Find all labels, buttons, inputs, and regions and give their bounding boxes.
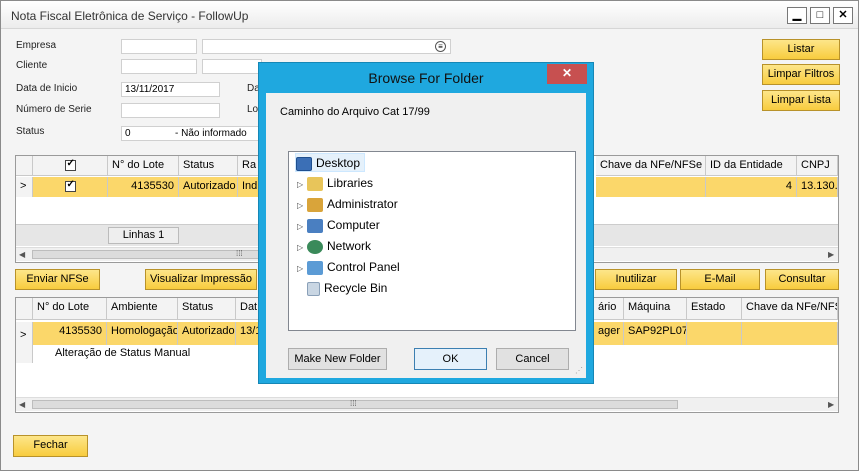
dialog-body: Caminho do Arquivo Cat 17/99 Desktop ▷ Li…	[266, 93, 586, 378]
cell-cnpj: 13.130.	[797, 177, 838, 197]
horizontal-scrollbar[interactable]: ◀ ⁞⁞⁞ ▶	[16, 397, 838, 411]
tree-item-recycle-bin[interactable]: Recycle Bin	[307, 279, 387, 298]
user-folder-icon	[307, 197, 323, 212]
col-ambiente[interactable]: Ambiente	[107, 298, 178, 320]
tree-item-network[interactable]: ▷ Network	[297, 237, 371, 256]
visualizar-impressao-button[interactable]: Visualizar Impressão	[145, 269, 257, 290]
status-description: - Não informado	[175, 128, 247, 139]
expand-icon[interactable]: ▷	[297, 259, 307, 278]
enviar-nfse-button[interactable]: Enviar NFSe	[15, 269, 100, 290]
maximize-button[interactable]: □	[810, 7, 830, 24]
ok-button[interactable]: OK	[414, 348, 487, 370]
folder-tree[interactable]: Desktop ▷ Libraries ▷ Administrator ▷ Compu…	[288, 151, 576, 331]
close-button[interactable]: ✕	[833, 7, 853, 24]
col-lote[interactable]: N° do Lote	[33, 298, 107, 320]
cell-estado	[687, 322, 742, 345]
inutilizar-button[interactable]: Inutilizar	[595, 269, 677, 290]
tree-item-administrator[interactable]: ▷ Administrator	[297, 195, 398, 214]
control-panel-icon	[307, 260, 323, 275]
scroll-left-icon[interactable]: ◀	[19, 400, 25, 409]
col-ra[interactable]: Ra	[238, 156, 259, 176]
cell-ambiente: Homologação	[107, 322, 178, 345]
col-data[interactable]: Dat	[236, 298, 259, 320]
limpar-lista-button[interactable]: Limpar Lista	[762, 90, 840, 111]
network-icon	[307, 239, 323, 254]
cliente-label: Cliente	[16, 60, 48, 71]
cell-chave	[596, 177, 706, 197]
dialog-close-button[interactable]: ✕	[547, 64, 587, 84]
numero-serie-label: Número de Serie	[16, 104, 92, 115]
col-chave[interactable]: Chave da NFe/NFSe	[742, 298, 838, 320]
minimize-button[interactable]: ▁	[787, 7, 807, 24]
cell-lote: 4135530	[108, 177, 179, 197]
fechar-button[interactable]: Fechar	[13, 435, 88, 457]
cliente-name-field[interactable]	[202, 59, 262, 74]
window-title: Nota Fiscal Eletrônica de Serviço - Foll…	[11, 9, 249, 23]
col-maquina[interactable]: Máquina	[624, 298, 687, 320]
data-inicio-field[interactable]: 13/11/2017	[121, 82, 220, 97]
tree-item-libraries[interactable]: ▷ Libraries	[297, 174, 373, 193]
row-count: Linhas 1	[108, 227, 179, 244]
numero-serie-field[interactable]	[121, 103, 220, 118]
expand-icon[interactable]: ▷	[297, 175, 307, 194]
cell-lote: 4135530	[33, 322, 107, 345]
make-new-folder-button[interactable]: Make New Folder	[288, 348, 387, 370]
cell-entidade: 4	[706, 177, 797, 197]
col-estado[interactable]: Estado	[687, 298, 742, 320]
scroll-right-icon[interactable]: ▶	[828, 400, 834, 409]
cell-maquina: SAP92PL07	[624, 322, 687, 345]
list-icon[interactable]: ≡	[435, 41, 446, 52]
cell-data: 13/1	[236, 322, 259, 345]
status-field[interactable]: 0 - Não informado	[121, 126, 261, 141]
status-value: 0	[125, 128, 131, 139]
libraries-icon	[307, 176, 323, 191]
col-usuario[interactable]: ário	[594, 298, 624, 320]
scroll-left-icon[interactable]: ◀	[19, 250, 25, 259]
empresa-label: Empresa	[16, 40, 57, 51]
title-bar: Nota Fiscal Eletrônica de Serviço - Foll…	[1, 1, 858, 29]
select-all-checkbox[interactable]	[33, 156, 108, 176]
cell-status: Autorizado	[178, 322, 236, 345]
tree-item-control-panel[interactable]: ▷ Control Panel	[297, 258, 400, 277]
col-status[interactable]: Status	[179, 156, 238, 176]
cell-usuario: ager	[594, 322, 624, 345]
recycle-bin-icon	[307, 281, 320, 296]
cell-status: Autorizado	[179, 177, 238, 197]
cell-ra: Ind	[238, 177, 259, 197]
col-lote[interactable]: N° do Lote	[108, 156, 179, 176]
dialog-caption: Caminho do Arquivo Cat 17/99	[280, 106, 430, 118]
cliente-code-field[interactable]	[121, 59, 197, 74]
cell-chave	[742, 322, 838, 345]
consultar-button[interactable]: Consultar	[765, 269, 839, 290]
col-status[interactable]: Status	[178, 298, 236, 320]
dialog-title: Browse For Folder	[368, 70, 484, 86]
row-marker: >	[16, 177, 33, 197]
lo-label: Lo	[247, 104, 259, 115]
empresa-name-field[interactable]: ≡	[202, 39, 451, 54]
col-cnpj[interactable]: CNPJ	[797, 156, 838, 176]
tree-item-desktop[interactable]: Desktop	[295, 153, 366, 172]
email-button[interactable]: E-Mail	[680, 269, 760, 290]
row-marker: >	[16, 322, 33, 345]
tree-item-computer[interactable]: ▷ Computer	[297, 216, 380, 235]
desktop-icon	[296, 156, 312, 171]
empresa-code-field[interactable]	[121, 39, 197, 54]
col-entidade[interactable]: ID da Entidade	[706, 156, 797, 176]
listar-button[interactable]: Listar	[762, 39, 840, 60]
scroll-grip: ⁞⁞⁞	[236, 249, 243, 258]
expand-icon[interactable]: ▷	[297, 196, 307, 215]
expand-icon[interactable]: ▷	[297, 217, 307, 236]
resize-grip-icon[interactable]: ⋰	[575, 366, 583, 375]
row-checkbox[interactable]	[33, 177, 108, 197]
data-inicio-label: Data de Inicio	[16, 83, 78, 94]
expand-icon[interactable]: ▷	[297, 238, 307, 257]
limpar-filtros-button[interactable]: Limpar Filtros	[762, 64, 840, 85]
col-chave[interactable]: Chave da NFe/NFSe	[596, 156, 706, 176]
scroll-grip: ⁞⁞⁞	[350, 399, 357, 408]
cancel-button[interactable]: Cancel	[496, 348, 569, 370]
computer-icon	[307, 218, 323, 233]
status-label: Status	[16, 126, 45, 137]
browse-folder-dialog: Browse For Folder ✕ Caminho do Arquivo C…	[258, 62, 594, 384]
scroll-right-icon[interactable]: ▶	[828, 250, 834, 259]
